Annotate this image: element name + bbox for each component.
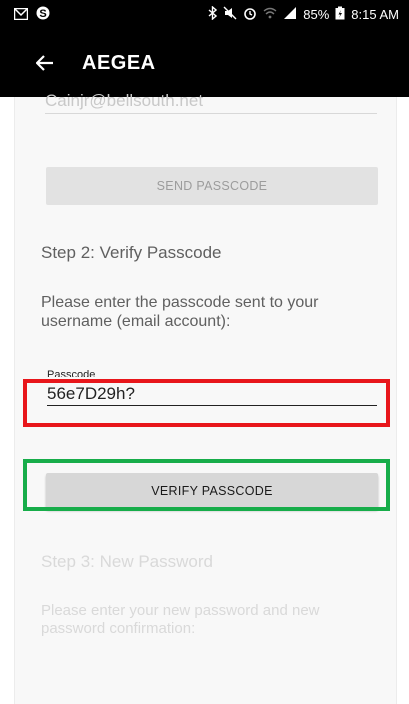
system-status: 85% 8:15 AM: [208, 5, 399, 23]
reset-password-form: Cainjr@bellsouth.net SEND PASSCODE Step …: [14, 91, 397, 704]
notification-icons: S: [13, 6, 50, 25]
step3-description: Please enter your new password and new p…: [41, 602, 320, 637]
battery-percent: 85%: [303, 7, 330, 22]
app-bar: AEGEA: [0, 30, 409, 97]
bluetooth-icon: [208, 5, 218, 23]
status-time: 8:15 AM: [351, 7, 399, 22]
send-passcode-button[interactable]: SEND PASSCODE: [46, 167, 378, 205]
back-arrow-icon[interactable]: [35, 53, 54, 75]
verify-highlight-box: [23, 459, 390, 511]
app-title: AEGEA: [82, 52, 156, 74]
passcode-label: Passcode: [47, 369, 96, 377]
battery-icon: [335, 6, 345, 23]
signal-icon: [283, 7, 297, 22]
email-field[interactable]: Cainjr@bellsouth.net: [45, 91, 203, 111]
email-field-underline: [45, 113, 377, 114]
svg-text:S: S: [39, 8, 46, 20]
mail-icon: [13, 7, 29, 25]
passcode-highlight-box: [23, 379, 390, 427]
skype-icon: S: [36, 6, 50, 25]
wifi-icon: [263, 7, 277, 22]
alarm-icon: [243, 6, 257, 23]
step2-description: Please enter the passcode sent to your u…: [41, 294, 319, 330]
mute-icon: [223, 6, 237, 23]
step3-heading: Step 3: New Password: [41, 552, 213, 571]
step2-heading: Step 2: Verify Passcode: [41, 243, 222, 262]
status-bar: S 85% 8:15 AM: [0, 0, 409, 30]
